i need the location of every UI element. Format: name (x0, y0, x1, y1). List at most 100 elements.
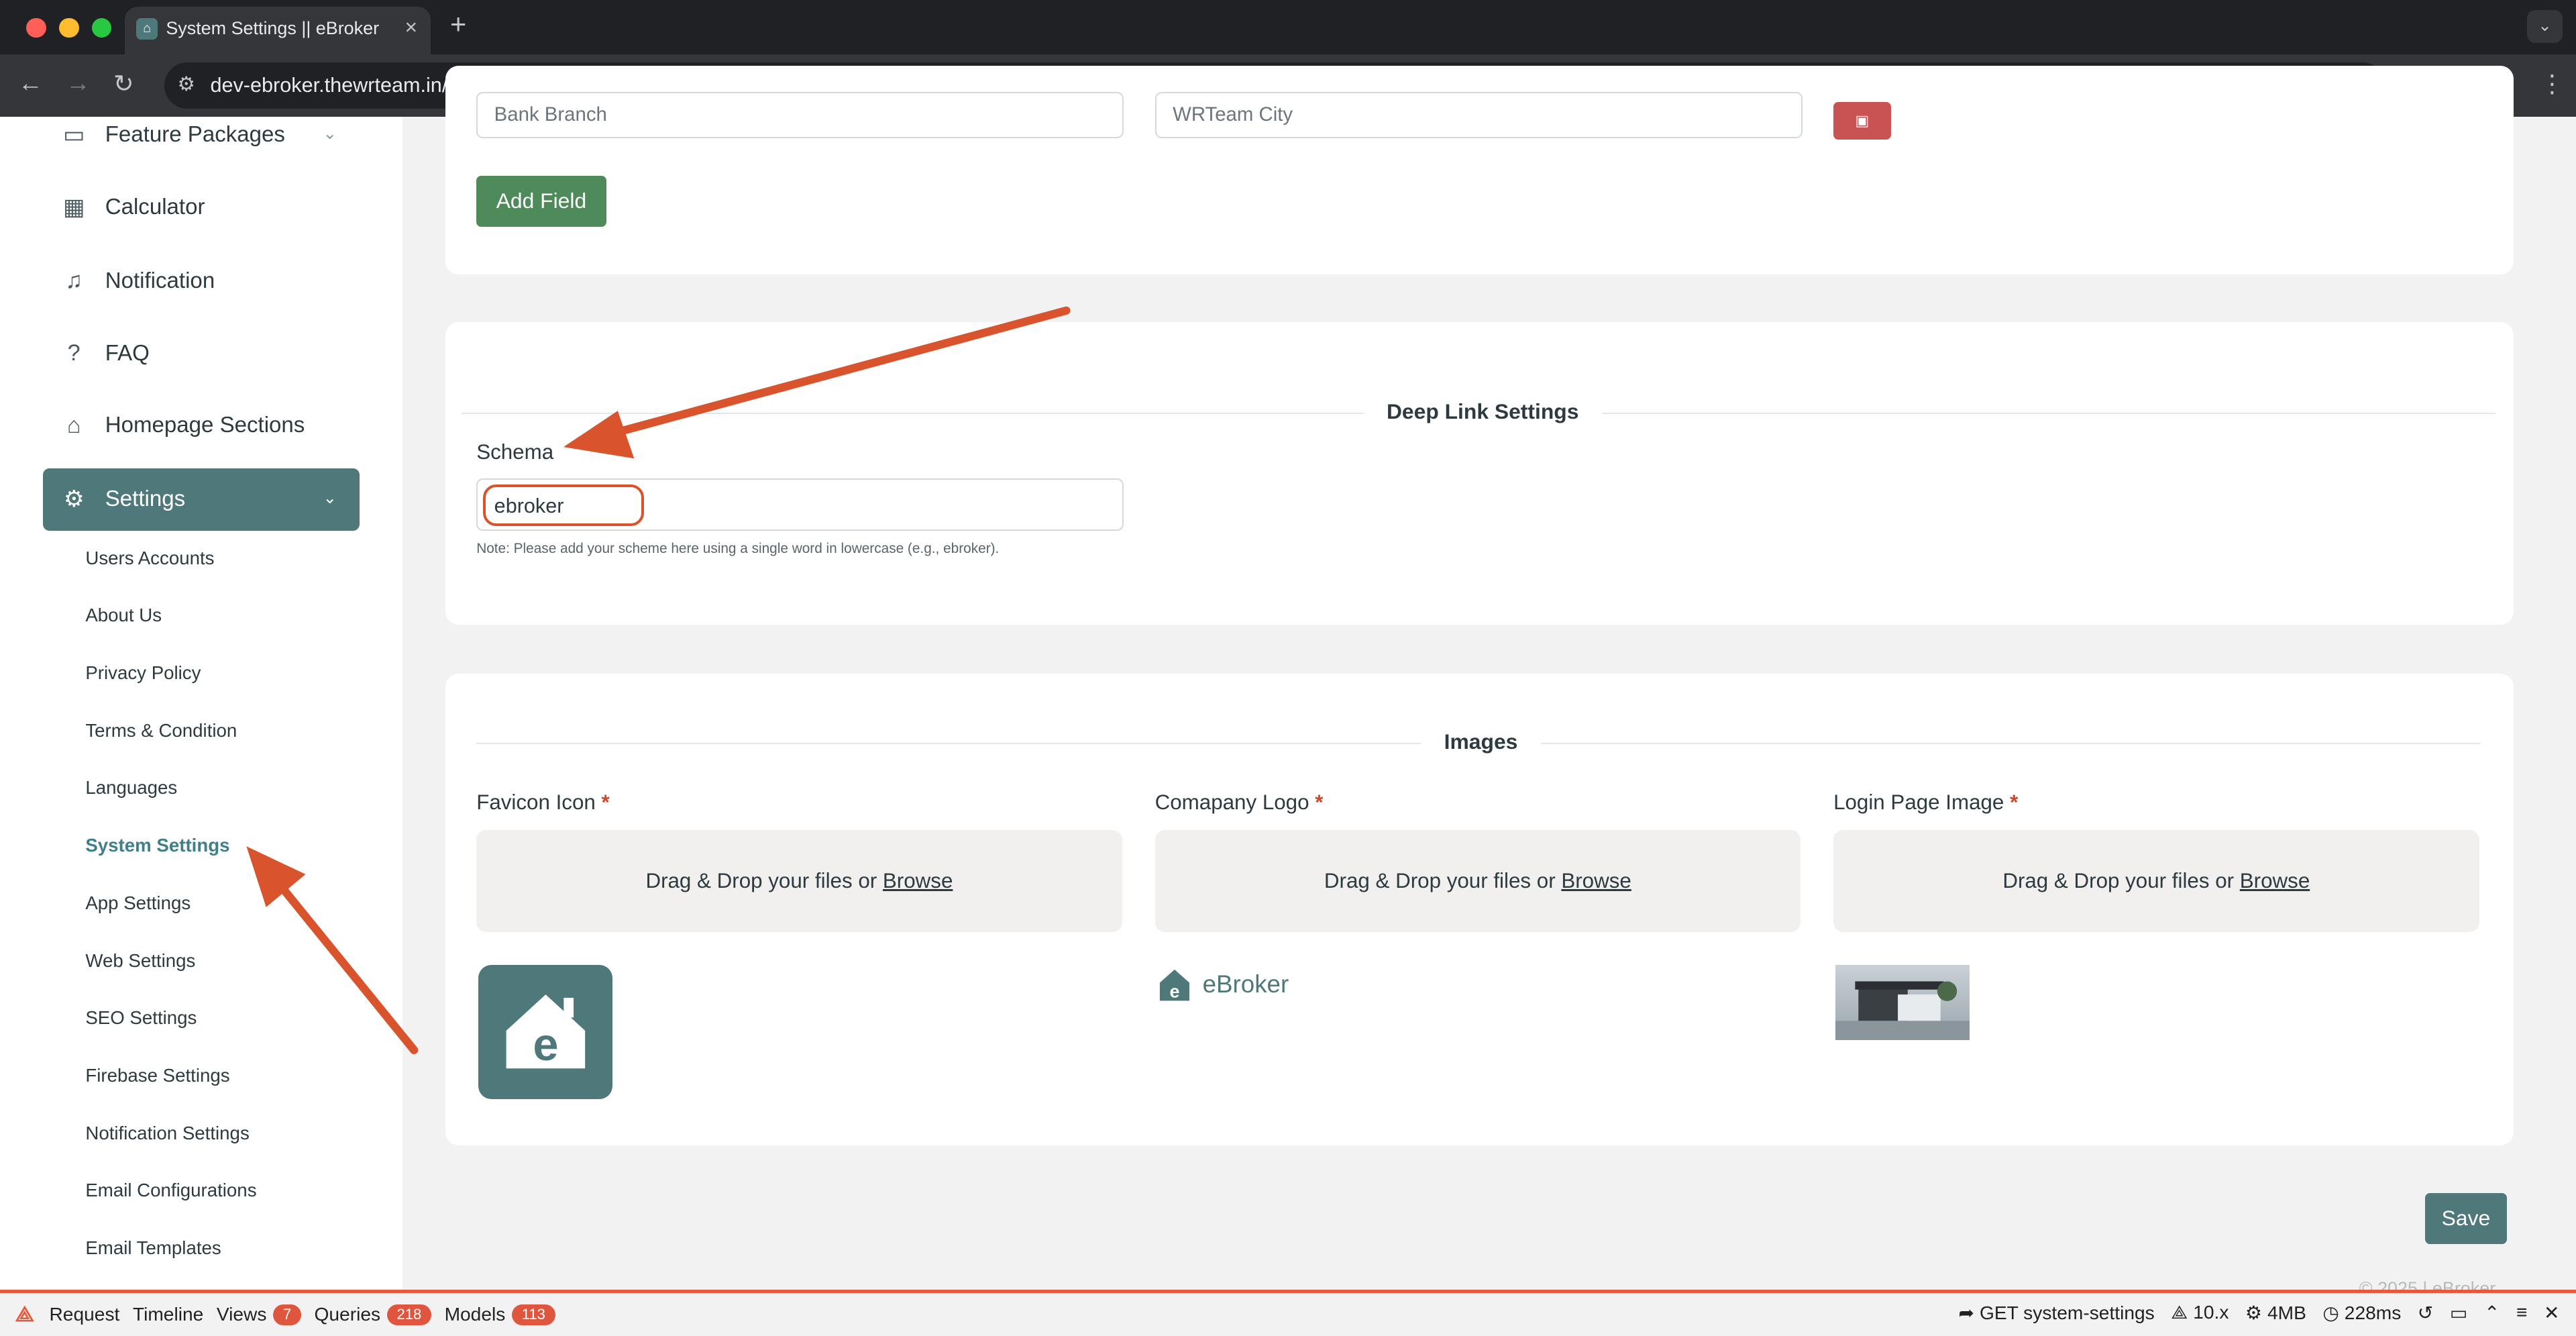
package-icon: ▭ (63, 121, 85, 148)
sidebar-item-label: Homepage Sections (105, 413, 305, 438)
close-window-button[interactable] (26, 17, 46, 38)
sidebar-item-label: Calculator (105, 194, 205, 219)
sidebar-sub-email-configurations[interactable]: Email Configurations (85, 1180, 256, 1201)
sidebar-sub-privacy-policy[interactable]: Privacy Policy (85, 662, 201, 684)
schema-label: Schema (476, 440, 554, 464)
sidebar-sub-languages[interactable]: Languages (85, 777, 177, 799)
question-icon: ? (67, 340, 80, 366)
sidebar-item-label: Settings (105, 486, 186, 512)
count-badge: 218 (386, 1304, 431, 1325)
dropzone-text: Drag & Drop your files or (1324, 868, 1556, 892)
debug-tab-views[interactable]: Views 7 (217, 1304, 301, 1325)
site-info-icon[interactable]: ⚙ (177, 72, 195, 96)
schema-input[interactable]: ebroker (476, 478, 1124, 531)
time-text: 228ms (2344, 1302, 2402, 1323)
debug-tab-label: Views (216, 1304, 267, 1325)
images-card: Images Favicon Icon * Comapany Logo * Lo… (445, 674, 2514, 1145)
browse-link[interactable]: Browse (883, 869, 953, 892)
dropzone-text: Drag & Drop your files or (2002, 868, 2235, 892)
required-mark: * (1315, 790, 1324, 814)
debug-tab-request[interactable]: Request (49, 1304, 119, 1325)
tab-search-icon[interactable]: ⌄ (2526, 9, 2563, 43)
count-badge: 113 (512, 1304, 555, 1325)
browser-tab[interactable]: ⌂ System Settings || eBroker × (125, 6, 431, 54)
sidebar-item-homepage-sections[interactable]: ⌂ Homepage Sections (43, 395, 360, 457)
history-icon[interactable]: ↺ (2418, 1302, 2434, 1324)
calculator-icon: ▦ (63, 194, 85, 220)
sidebar-item-feature-packages[interactable]: ▭ Feature Packages ⌄ (43, 117, 360, 166)
company-logo-dropzone[interactable]: Drag & Drop your files or Browse (1155, 829, 1801, 932)
new-tab-icon[interactable]: + (450, 8, 466, 40)
sidebar-sub-terms-condition[interactable]: Terms & Condition (85, 720, 237, 741)
login-image-preview (1835, 964, 1970, 1041)
route-text: GET system-settings (1979, 1302, 2155, 1323)
save-button[interactable]: Save (2424, 1192, 2508, 1244)
tab-close-icon[interactable]: × (405, 15, 417, 40)
laravel-logo-icon[interactable]: ⟁ (0, 1302, 49, 1327)
close-icon[interactable]: ✕ (2544, 1302, 2560, 1324)
add-field-button[interactable]: Add Field (476, 176, 606, 227)
chevron-down-icon: ⌄ (323, 124, 337, 143)
company-logo-label-text: Comapany Logo (1155, 790, 1309, 814)
debug-tab-timeline[interactable]: Timeline (133, 1304, 203, 1325)
sidebar-sub-system-settings[interactable]: System Settings (85, 835, 229, 856)
debug-memory: ⚙ 4MB (2245, 1302, 2306, 1324)
bank-city-input[interactable]: WRTeam City (1155, 92, 1803, 138)
chevron-down-icon: ⌄ (323, 489, 337, 508)
debug-tab-label: Timeline (132, 1304, 204, 1325)
minimize-window-button[interactable] (59, 17, 79, 38)
maximize-window-button[interactable] (92, 17, 112, 38)
sidebar-sub-firebase-settings[interactable]: Firebase Settings (85, 1065, 229, 1086)
debug-tab-label: Models (444, 1304, 506, 1325)
debug-route[interactable]: ➦ GET system-settings (1959, 1302, 2155, 1324)
debugbar: ⟁ Request Timeline Views 7 Queries 218 Mod… (0, 1293, 2576, 1336)
sidebar: ▭ Feature Packages ⌄ ▦ Calculator ♫ Noti… (0, 116, 402, 1290)
laravel-version-icon: ⟁ (2171, 1301, 2188, 1323)
browse-link[interactable]: Browse (1561, 869, 1631, 892)
sidebar-item-notification[interactable]: ♫ Notification (43, 250, 360, 312)
delete-field-button[interactable]: ▣ (1833, 101, 1891, 140)
sidebar-item-label: FAQ (105, 340, 150, 366)
settings-icon[interactable]: ≡ (2516, 1302, 2527, 1323)
bank-branch-input[interactable]: Bank Branch (476, 92, 1124, 138)
schema-value: ebroker (494, 494, 564, 517)
images-title: Images (1421, 729, 1541, 755)
sidebar-item-faq[interactable]: ? FAQ (43, 322, 360, 384)
schema-note: Note: Please add your scheme here using … (476, 540, 1000, 556)
sidebar-sub-notification-settings[interactable]: Notification Settings (85, 1123, 249, 1144)
sidebar-sub-seo-settings[interactable]: SEO Settings (85, 1007, 197, 1029)
memory-text: 4MB (2267, 1302, 2306, 1323)
share-icon: ➦ (1958, 1302, 1975, 1323)
browser-menu-icon[interactable]: ⋮ (2540, 69, 2565, 98)
tab-favicon-icon: ⌂ (136, 17, 158, 40)
bank-details-card: Bank Branch WRTeam City ▣ Add Field (445, 65, 2514, 274)
gear-icon: ⚙ (63, 486, 85, 513)
trash-icon: ▣ (1855, 111, 1870, 129)
favicon-dropzone[interactable]: Drag & Drop your files or Browse (476, 829, 1122, 932)
sidebar-sub-app-settings[interactable]: App Settings (85, 892, 191, 914)
debug-tab-label: Queries (314, 1304, 381, 1325)
sidebar-item-settings[interactable]: ⚙ Settings ⌄ (42, 468, 360, 531)
sidebar-sub-web-settings[interactable]: Web Settings (85, 950, 195, 972)
company-logo-preview: e eBroker (1157, 963, 1289, 1006)
debug-tab-models[interactable]: Models 113 (445, 1304, 555, 1325)
browse-link[interactable]: Browse (2240, 869, 2310, 892)
sidebar-sub-users-accounts[interactable]: Users Accounts (85, 548, 214, 569)
sidebar-item-calculator[interactable]: ▦ Calculator (43, 176, 360, 238)
house-logo-icon: e (506, 994, 585, 1070)
house-photo-icon (1835, 981, 1970, 1041)
folder-icon[interactable]: ▭ (2450, 1302, 2468, 1324)
login-image-dropzone[interactable]: Drag & Drop your files or Browse (1833, 829, 2479, 932)
company-logo-label: Comapany Logo * (1155, 790, 1324, 815)
svg-text:e: e (533, 1019, 558, 1070)
sidebar-item-label: Notification (105, 268, 215, 293)
sidebar-sub-about-us[interactable]: About Us (85, 605, 162, 626)
reload-icon[interactable]: ↻ (113, 69, 134, 98)
sidebar-sub-email-templates[interactable]: Email Templates (85, 1237, 221, 1259)
back-icon[interactable]: ← (18, 69, 43, 97)
memory-icon: ⚙ (2245, 1302, 2263, 1323)
debug-tab-queries[interactable]: Queries 218 (314, 1304, 431, 1325)
forward-icon[interactable]: → (66, 69, 91, 97)
chevron-up-icon[interactable]: ⌃ (2484, 1302, 2500, 1324)
ebroker-logo-icon: e (1159, 969, 1190, 1002)
